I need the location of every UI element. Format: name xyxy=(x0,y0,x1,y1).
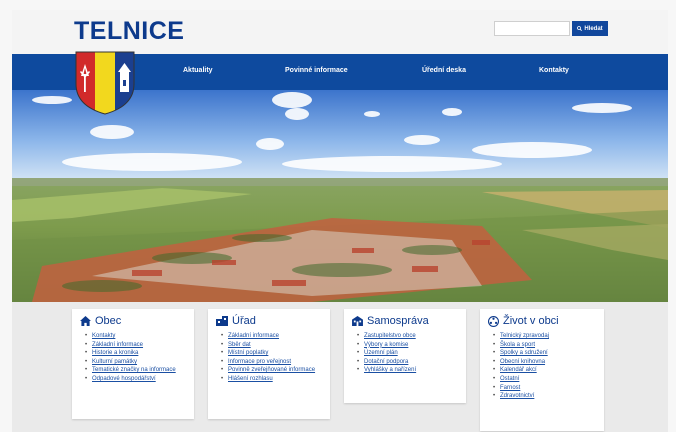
page: TELNICE Hledat Aktuality Povinné informa… xyxy=(12,10,668,432)
list-item[interactable]: Zastupitelstvo obce xyxy=(357,332,460,341)
link-list: Základní informace Sběr dat Místní popla… xyxy=(216,332,324,384)
life-icon xyxy=(488,315,499,327)
list-item[interactable]: Sběr dat xyxy=(221,341,324,350)
card-heading: Život v obci xyxy=(488,315,598,327)
card-title: Život v obci xyxy=(503,315,559,327)
card-samosprava: Samospráva Zastupitelstvo obce Výbory a … xyxy=(344,309,466,403)
list-item[interactable]: Spolky a sdružení xyxy=(493,349,598,358)
card-heading: Obec xyxy=(80,315,188,327)
list-item[interactable]: Kontakty xyxy=(85,332,188,341)
list-item[interactable]: Odpadové hospodářství xyxy=(85,375,188,384)
list-item[interactable]: Základní informace xyxy=(85,341,188,350)
card-urad: Úřad Základní informace Sběr dat Místní … xyxy=(208,309,330,419)
list-item[interactable]: Zdravotnictví xyxy=(493,392,598,401)
list-item[interactable]: Historie a kronika xyxy=(85,349,188,358)
card-heading: Úřad xyxy=(216,315,324,327)
list-item[interactable]: Obecní knihovna xyxy=(493,358,598,367)
list-item[interactable]: Tematické značky na informace xyxy=(85,366,188,375)
card-zivot-v-obci: Život v obci Telnický zpravodaj Škola a … xyxy=(480,309,604,431)
nav-item-aktuality[interactable]: Aktuality xyxy=(183,67,213,74)
card-obec: Obec Kontakty Základní informace Histori… xyxy=(72,309,194,419)
list-item[interactable]: Výbory a komise xyxy=(357,341,460,350)
list-item[interactable]: Místní poplatky xyxy=(221,349,324,358)
card-heading: Samospráva xyxy=(352,315,460,327)
list-item[interactable]: Telnický zpravodaj xyxy=(493,332,598,341)
town-hall-icon xyxy=(352,316,363,326)
nav-item-uredni-deska[interactable]: Úřední deska xyxy=(422,67,466,74)
list-item[interactable]: Kulturní památky xyxy=(85,358,188,367)
list-item[interactable]: Farnost xyxy=(493,384,598,393)
list-item[interactable]: Škola a sport xyxy=(493,341,598,350)
list-item[interactable]: Ostatní xyxy=(493,375,598,384)
nav-item-povinne-informace[interactable]: Povinné informace xyxy=(285,67,348,74)
list-item[interactable]: Informace pro veřejnost xyxy=(221,358,324,367)
list-item[interactable]: Dotační podpora xyxy=(357,358,460,367)
list-item[interactable]: Územní plán xyxy=(357,349,460,358)
card-title: Obec xyxy=(95,315,122,327)
search-button-label: Hledat xyxy=(584,25,603,32)
link-list: Zastupitelstvo obce Výbory a komise Územ… xyxy=(352,332,460,375)
list-item[interactable]: Povinně zveřejňované informace xyxy=(221,366,324,375)
site-header: TELNICE Hledat xyxy=(12,10,668,54)
list-item[interactable]: Vyhlášky a nařízení xyxy=(357,366,460,375)
home-icon xyxy=(80,316,91,326)
coat-of-arms-logo[interactable] xyxy=(74,50,136,116)
search-button[interactable]: Hledat xyxy=(572,21,608,36)
list-item[interactable]: Hlášení rozhlasu xyxy=(221,375,324,384)
hero-aerial-photo xyxy=(12,90,668,302)
card-title: Úřad xyxy=(232,315,256,327)
site-title[interactable]: TELNICE xyxy=(74,17,184,46)
link-list: Kontakty Základní informace Historie a k… xyxy=(80,332,188,384)
section-cards: Obec Kontakty Základní informace Histori… xyxy=(12,302,668,432)
search-icon xyxy=(577,26,583,31)
link-list: Telnický zpravodaj Škola a sport Spolky … xyxy=(488,332,598,401)
nav-item-kontakty[interactable]: Kontakty xyxy=(539,67,569,74)
list-item[interactable]: Základní informace xyxy=(221,332,324,341)
list-item[interactable]: Kalendář akcí xyxy=(493,366,598,375)
card-title: Samospráva xyxy=(367,315,429,327)
search-input[interactable] xyxy=(494,21,570,36)
office-icon xyxy=(216,316,228,326)
